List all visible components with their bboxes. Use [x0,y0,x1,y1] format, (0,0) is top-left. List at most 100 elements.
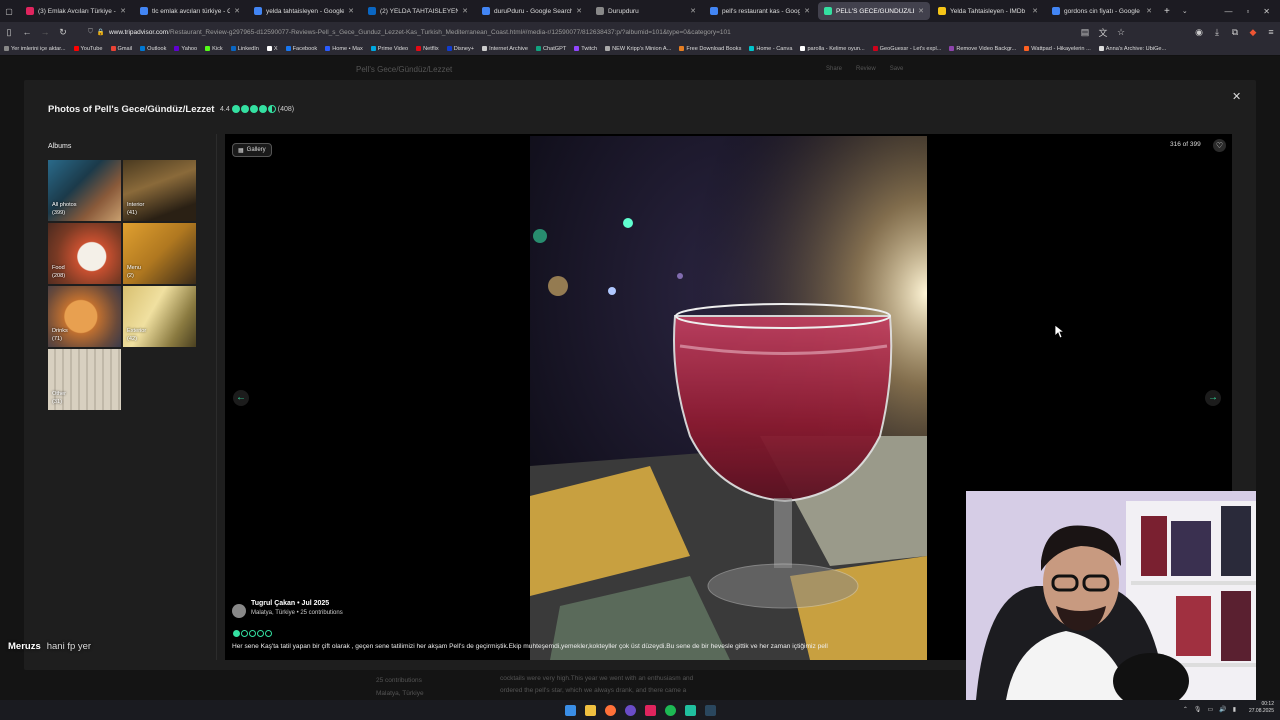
obs-icon[interactable] [624,704,636,716]
bookmark-item[interactable]: Facebook [282,46,322,52]
file-explorer-icon[interactable] [584,704,596,716]
browser-tab[interactable]: (2) YELDA TAHTAISLEYEN | Linke✕ [362,2,474,20]
bookmark-item[interactable]: Wattpad - Hikayelerin ... [1020,46,1094,52]
reload-icon[interactable]: ↻ [54,27,72,38]
browser-tab[interactable]: tlc emlak avcıları türkiye - Goog✕ [134,2,246,20]
steam-icon[interactable] [704,704,716,716]
close-tab-icon[interactable]: ✕ [120,7,126,15]
bookmark-item[interactable]: Disney+ [443,46,478,52]
extensions-icon[interactable]: ⧉ [1226,27,1244,38]
bookmark-item[interactable]: parolla - Kelime oyun... [796,46,868,52]
browser-tab[interactable]: duruPduru - Google Search ✕ [476,2,588,20]
heart-icon[interactable]: ♡ [1213,139,1226,152]
minimize-icon[interactable]: — [1224,7,1232,16]
tray-chevron-icon[interactable]: ⌃ [1183,706,1188,713]
album-food[interactable]: Food (208) [48,223,121,284]
album-drinks[interactable]: Drinks (71) [48,286,121,347]
bookmark-item[interactable]: Twitch [570,46,601,52]
bookmark-item[interactable]: Gmail [107,46,137,52]
spotify-icon[interactable] [664,704,676,716]
bookmark-item[interactable]: Kick [201,46,227,52]
browser-tab[interactable]: PELL'S GECE/GÜNDÜZ/LEZZET ✕ [818,2,930,20]
bookmark-item[interactable]: Yer imlerini içe aktar... [0,46,70,52]
save-button[interactable]: Save [890,66,904,72]
menu-icon[interactable]: ≡ [1262,27,1280,37]
browser-tab[interactable]: Yelda Tahtaisleyen - IMDb ✕ [932,2,1044,20]
bookmark-item[interactable]: ChatGPT [532,46,570,52]
app-icon[interactable] [644,704,656,716]
album-label: Interior [127,202,145,208]
next-photo-button[interactable]: → [1205,390,1221,406]
bookmark-item[interactable]: Remove Video Backgr... [945,46,1020,52]
close-tab-icon[interactable]: ✕ [1032,7,1038,15]
browser-tab[interactable]: yelda tahtaisleyen - Google Sear✕ [248,2,360,20]
bookmark-item[interactable]: Anna's Archive: UbiGe... [1095,46,1170,52]
chat-message: Meruzs hani fp yer [8,641,91,652]
album-other[interactable]: Other (31) [48,349,121,410]
app-icon[interactable] [684,704,696,716]
bookmark-item[interactable]: Outlook [136,46,170,52]
album-menu[interactable]: Menu (2) [123,223,196,284]
close-tab-icon[interactable]: ✕ [576,7,582,15]
battery-icon[interactable]: ▮ [1233,706,1236,713]
browser-tab[interactable]: (3) Emlak Avcıları Türkiye - 4. Bö ✕ [20,2,132,20]
clock[interactable]: 00:12 27.08.2025 [1249,701,1274,715]
extension-badge-icon[interactable]: ◆ [1244,27,1262,38]
close-tab-icon[interactable]: ✕ [462,7,468,15]
close-modal-icon[interactable]: ✕ [1232,90,1241,103]
back-icon[interactable]: ← [18,27,36,37]
network-icon[interactable]: ▭ [1208,706,1214,713]
album-interior[interactable]: Interior (41) [123,160,196,221]
account-icon[interactable]: ◉ [1190,27,1208,38]
browser-tab[interactable]: pell's restaurant kas - Google Se✕ [704,2,816,20]
firefox-icon[interactable] [604,704,616,716]
url-path: /Restaurant_Review-g297965-d12590077-Rev… [168,28,731,36]
grid-icon: ▦ [238,147,244,154]
tab-list-icon[interactable]: ▢ [0,7,18,16]
bookmark-item[interactable]: Internet Archive [478,46,532,52]
start-icon[interactable] [564,704,576,716]
share-button[interactable]: Share [826,66,842,72]
browser-tab[interactable]: Durupduru ✕ [590,2,702,20]
previous-photo-button[interactable]: ← [233,390,249,406]
review-button[interactable]: Review [856,66,876,72]
bookmark-item[interactable]: Yahoo [170,46,201,52]
reader-view-icon[interactable]: ▤ [1076,27,1094,38]
gallery-button[interactable]: ▦ Gallery [232,143,272,157]
avatar[interactable] [232,604,246,618]
bookmark-label: Facebook [292,45,318,52]
author-name[interactable]: Tugrul Çakan • Jul 2025 [251,600,343,607]
bookmark-item[interactable]: YouTube [70,46,107,52]
close-tab-icon[interactable]: ✕ [804,7,810,15]
maximize-icon[interactable]: ▫ [1246,7,1249,16]
bookmark-item[interactable]: X [263,46,282,52]
close-tab-icon[interactable]: ✕ [234,7,240,15]
bookmark-item[interactable]: LinkedIn [227,46,263,52]
close-tab-icon[interactable]: ✕ [348,7,354,15]
bookmark-item[interactable]: GeoGuessr - Let's expl... [869,46,946,52]
album-all-photos[interactable]: All photos (399) [48,160,121,221]
close-tab-icon[interactable]: ✕ [690,7,696,15]
forward-icon[interactable]: → [36,27,54,37]
tab-overflow-icon[interactable]: ⌄ [1176,7,1194,15]
address-bar[interactable]: ⛉ 🔒 www.tripadvisor.com /Restaurant_Revi… [80,25,1068,39]
translate-icon[interactable]: 文 [1094,26,1112,39]
browser-tab-bar: ▢ (3) Emlak Avcıları Türkiye - 4. Bö✕tlc… [0,0,1280,22]
bookmark-item[interactable]: Home • Max [321,46,367,52]
album-exterior[interactable]: Exterior (42) [123,286,196,347]
downloads-icon[interactable]: ⤓ [1208,27,1226,38]
microphone-icon[interactable]: 🎙 [1194,706,1202,713]
close-tab-icon[interactable]: ✕ [1146,7,1152,15]
bookmark-star-icon[interactable]: ☆ [1112,27,1130,38]
bookmark-item[interactable]: Netflix [412,46,443,52]
bookmark-item[interactable]: Free Download Books [675,46,745,52]
bookmark-item[interactable]: NEW Kripp's Minion A... [601,46,675,52]
bookmark-item[interactable]: Home - Canva [745,46,796,52]
close-tab-icon[interactable]: ✕ [918,7,924,15]
new-tab-button[interactable]: + [1158,6,1176,17]
sidebar-toggle-icon[interactable]: ▯ [0,27,18,38]
bookmark-item[interactable]: Prime Video [367,46,412,52]
browser-tab[interactable]: gordons cin fiyatı - Google Sear ✕ [1046,2,1158,20]
volume-icon[interactable]: 🔊 [1219,706,1226,713]
close-window-icon[interactable]: ✕ [1263,7,1270,16]
